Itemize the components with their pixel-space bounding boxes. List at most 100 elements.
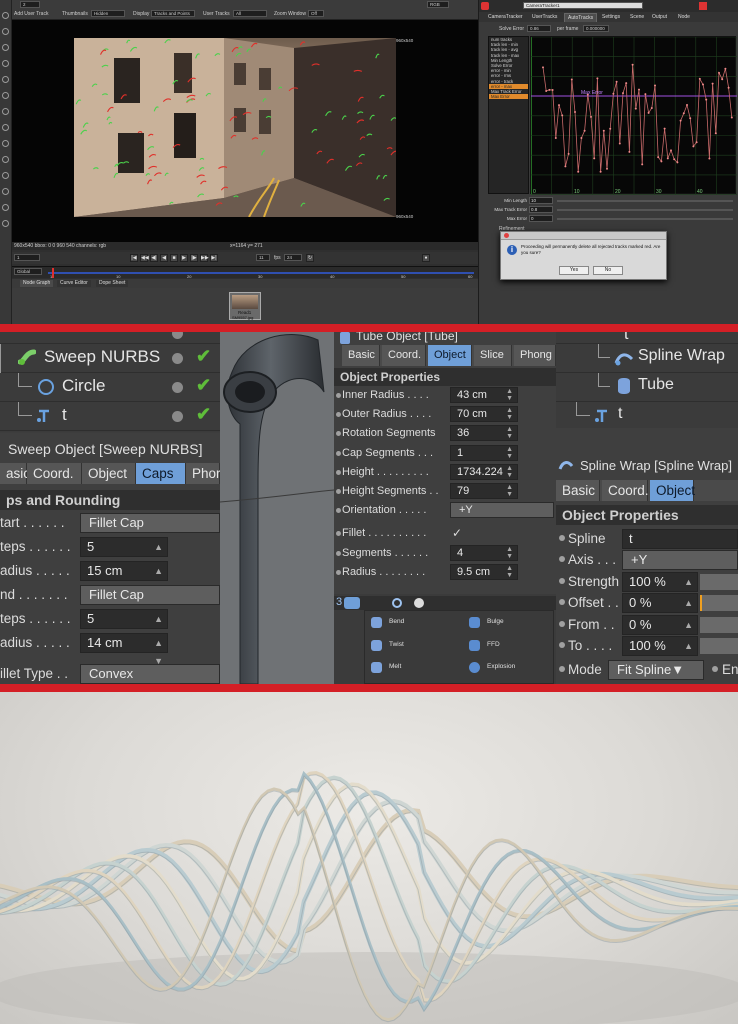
param-slider[interactable] (700, 573, 738, 590)
start-radius-field[interactable]: 15 cm▲▼ (80, 561, 168, 594)
stepper-icon[interactable]: ▲▼ (506, 465, 513, 479)
param-slider[interactable] (557, 209, 733, 211)
tab-basic[interactable]: asic (0, 463, 30, 484)
colorspace-select[interactable]: RGB (427, 1, 449, 8)
tab-object[interactable]: Object (82, 463, 136, 484)
om-row-sweep[interactable]: Sweep NURBS ✔ (0, 344, 220, 373)
last-frame-button[interactable]: ▶| (210, 254, 218, 262)
stepper-icon[interactable]: ▲▼ (506, 388, 513, 402)
param-slider[interactable] (700, 638, 738, 654)
enabled-check-icon[interactable]: ✔ (196, 375, 211, 396)
end-cap-select[interactable]: Fillet Cap (80, 585, 220, 605)
tab-phong[interactable]: Phong (514, 345, 556, 366)
yes-button[interactable]: Yes (559, 266, 589, 275)
param-field[interactable]: 0.8 (529, 206, 553, 213)
track-curve-list[interactable]: num tracks track len - min track len - avg… (488, 36, 529, 194)
animation-dot[interactable] (336, 489, 341, 494)
visibility-dot[interactable] (172, 382, 183, 393)
tube-param-field[interactable]: 79 ▲ ▼ (450, 483, 518, 499)
deformer-bend[interactable]: Bend (389, 618, 404, 625)
end-radius-field[interactable]: 14 cm ▲ ▼ (80, 633, 168, 666)
tab-output[interactable]: Output (649, 13, 670, 22)
om-row-text[interactable]: t (556, 332, 738, 344)
spline-link-field[interactable]: t (622, 529, 738, 549)
stepper-icon[interactable]: ▲▼ (506, 446, 513, 460)
deformer-bulge[interactable]: Bulge (487, 618, 504, 625)
first-frame-button[interactable]: |◀ (130, 254, 138, 262)
node-name-field[interactable]: CameraTracker1 (523, 2, 643, 9)
play-backward-button[interactable]: ◀ (160, 254, 168, 262)
animation-dot[interactable] (336, 469, 341, 475)
animation-dot[interactable] (336, 412, 341, 418)
tool-icon[interactable] (2, 108, 9, 115)
tool-icon[interactable] (2, 188, 9, 195)
zoom-window-select[interactable]: Off (308, 10, 324, 17)
tab-scene[interactable]: Scene (627, 13, 647, 22)
om-row-tube[interactable]: Tube (556, 373, 738, 402)
fillet-checkbox[interactable]: ✓ (452, 526, 462, 540)
read-node[interactable]: Read1 SM9557.jpg (229, 292, 261, 320)
tube-param-field[interactable]: 70 cm ▲ ▼ (450, 406, 518, 423)
tab-basic[interactable]: Basic (556, 480, 600, 501)
tab-node[interactable]: Node (675, 13, 693, 22)
tool-icon[interactable] (2, 92, 9, 99)
start-steps-field[interactable]: 5▲▼ (80, 537, 168, 570)
stepper-icon[interactable]: ▲▼ (506, 407, 513, 421)
step-forward-button[interactable]: |▶ (190, 254, 198, 262)
track-list-item[interactable]: Max Error (489, 94, 528, 100)
tube-param-field[interactable]: 1 ▲ ▼ (450, 444, 518, 461)
om-row-text[interactable]: t (556, 402, 738, 431)
current-frame-field[interactable]: 11 (256, 254, 270, 261)
deformer-ffd[interactable]: FFD (487, 641, 500, 648)
tab-node-graph[interactable]: Node Graph (20, 280, 54, 287)
splinewrap-param-field[interactable]: 100 %▲▼ (622, 571, 698, 605)
animation-dot[interactable] (559, 556, 565, 563)
record-icon[interactable]: ● (422, 254, 430, 262)
om-row-text[interactable]: t ✔ (0, 402, 220, 431)
tool-icon[interactable] (2, 140, 9, 147)
animation-dot[interactable] (336, 431, 341, 437)
end-steps-field[interactable]: 5▲▼ (80, 609, 168, 642)
tab-phong[interactable]: Phor (186, 463, 221, 484)
tool-icon[interactable] (2, 28, 9, 35)
om-row-circle[interactable]: Circle ✔ (0, 373, 220, 402)
param-slider[interactable] (700, 595, 738, 612)
tool-icon[interactable] (2, 204, 9, 211)
timeline-mode-select[interactable]: Global (14, 268, 42, 275)
stepper-icon[interactable]: ▲▼ (506, 426, 513, 440)
close-icon[interactable] (699, 2, 707, 10)
animation-dot[interactable] (559, 577, 565, 584)
frame-start-field[interactable]: 1 (14, 254, 40, 261)
animation-dot[interactable] (559, 666, 565, 672)
tab-basic[interactable]: Basic (342, 345, 380, 366)
tab-dope-sheet[interactable]: Dope Sheet (96, 280, 129, 287)
tool-icon[interactable] (2, 60, 9, 67)
tab-coord[interactable]: Coord. (27, 463, 82, 484)
tool-icon[interactable] (2, 172, 9, 179)
tool-icon[interactable] (2, 220, 9, 227)
tube-param-field[interactable]: 4 ▲ ▼ (450, 544, 518, 561)
tab-coord[interactable]: Coord. (602, 480, 649, 501)
fillet-type-select[interactable]: Convex (80, 664, 220, 684)
deformer-explosion[interactable]: Explosion (487, 663, 515, 670)
visibility-dot[interactable] (172, 332, 183, 339)
generator-icon[interactable] (392, 598, 402, 608)
prev-key-button[interactable]: ◀◀ (140, 254, 149, 262)
enabled-check-icon[interactable]: ✔ (196, 346, 211, 367)
tab-cameratracker[interactable]: CameraTracker (485, 13, 526, 22)
tube-param-field[interactable]: 9.5 cm ▲ ▼ (450, 563, 518, 580)
tool-icon[interactable] (2, 76, 9, 83)
om-row-splinewrap[interactable]: Spline Wrap (556, 344, 738, 373)
mode-select[interactable]: Fit Spline▼ (608, 660, 704, 680)
tab-autotracks[interactable]: AutoTracks (564, 13, 598, 22)
tool-icon[interactable] (2, 156, 9, 163)
stop-button[interactable]: ■ (170, 254, 178, 262)
orientation-select[interactable]: +Y (450, 502, 554, 519)
add-user-track-button[interactable]: Add User Track (14, 11, 48, 17)
animation-dot[interactable] (336, 508, 341, 514)
tab-caps[interactable]: Caps (136, 463, 186, 484)
animation-dot[interactable] (336, 569, 341, 575)
enabled-check-icon[interactable]: ✔ (196, 404, 211, 425)
param-slider[interactable] (557, 218, 733, 220)
next-key-button[interactable]: ▶▶ (200, 254, 209, 262)
